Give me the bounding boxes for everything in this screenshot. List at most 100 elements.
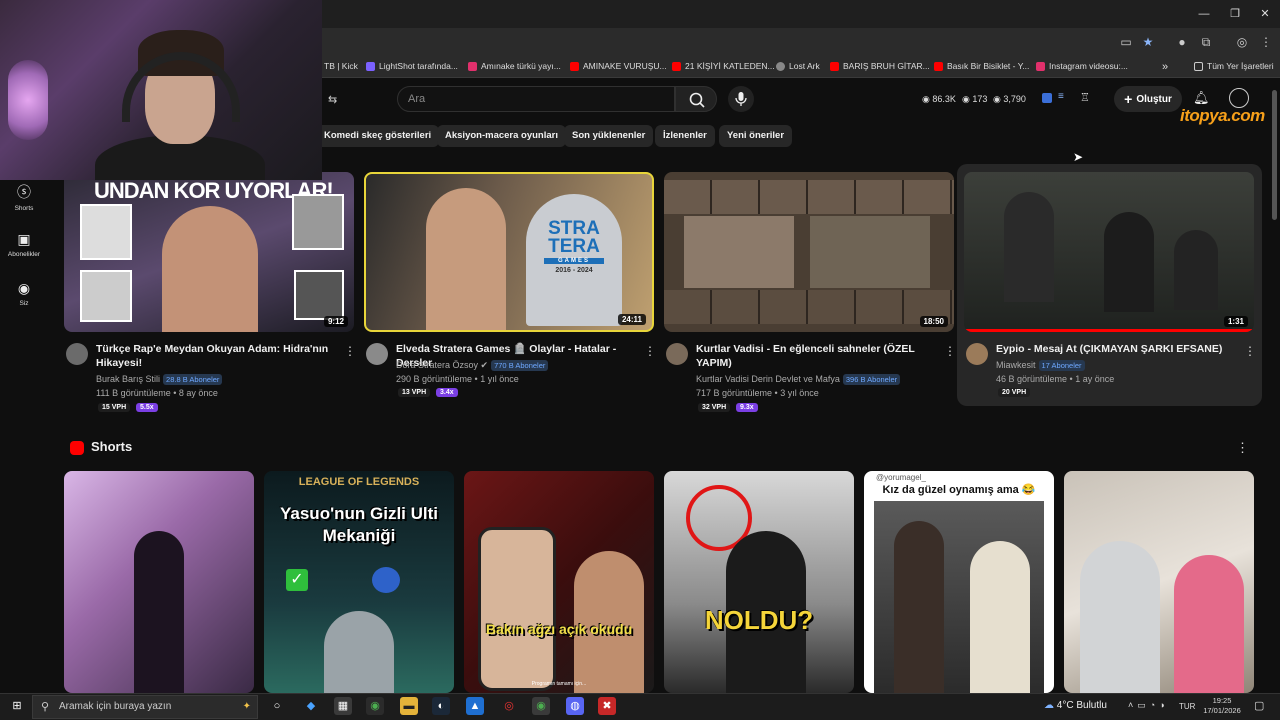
more-options-icon[interactable]: ⋮ (944, 344, 956, 358)
app-icon[interactable]: ✖ (598, 697, 616, 715)
steam-icon[interactable]: ◐ (432, 697, 450, 715)
chrome-icon[interactable]: ◉ (366, 697, 384, 715)
more-options-icon[interactable]: ⋮ (644, 344, 656, 358)
restore-icon[interactable]: ❐ (1227, 6, 1243, 22)
bookmark-item[interactable]: AMINAKE VURUŞU... (570, 61, 667, 71)
collage-photo (684, 216, 794, 288)
video-title[interactable]: Eypio - Mesaj At (ÇIKMAYAN ŞARKI EFSANE) (996, 342, 1246, 356)
verified-icon: ✔ (480, 360, 489, 370)
cast-icon[interactable]: ▭ (1118, 34, 1134, 50)
store-icon[interactable]: ▦ (334, 697, 352, 715)
page-scrollbar[interactable] (1272, 90, 1277, 220)
thumbnail-photo (292, 194, 344, 250)
bookmark-item[interactable]: 21 KİŞİYİ KATLEDEN... (672, 61, 775, 71)
all-bookmarks-button[interactable]: Tüm Yer İşaretleri (1194, 61, 1274, 71)
file-explorer-icon[interactable]: ▬ (400, 697, 418, 715)
video-thumbnail[interactable]: STRA TERA GAMES 2016 - 2024 24:11 (364, 172, 654, 332)
more-options-icon[interactable]: ⋮ (1244, 344, 1256, 358)
bookmark-item[interactable]: Basık Bir Bisiklet - Y... (934, 61, 1029, 71)
create-label: Oluştur (1136, 93, 1172, 105)
taskbar-search-input[interactable]: ⚲ Aramak için buraya yazın ✦ (32, 695, 258, 719)
bookmark-item[interactable]: TB | Kick (324, 61, 358, 71)
more-bookmarks-button[interactable]: » (1162, 61, 1168, 73)
chip-comedy[interactable]: Komedi skeç gösterileri (316, 125, 440, 147)
menu-icon[interactable]: ⋮ (1258, 34, 1274, 50)
video-duration: 1:31 (1223, 316, 1248, 327)
create-button[interactable]: + Oluştur (1114, 86, 1182, 112)
channel-name[interactable]: Dora Stratera Özsoy ✔ 770 B Aboneler (396, 360, 549, 371)
short-thumbnail[interactable]: @yorumagel_ Kız da güzel oynamış ama 😂 (864, 471, 1054, 693)
clock[interactable]: 19:25 17/01/2026 (1200, 696, 1244, 716)
video-title[interactable]: Türkçe Rap'e Meydan Okuyan Adam: Hidra'n… (96, 342, 336, 370)
chrome-active-icon[interactable]: ◉ (532, 697, 550, 715)
discord-icon[interactable]: ◍ (566, 697, 584, 715)
app-icon[interactable]: ◆ (302, 697, 320, 715)
account-avatar[interactable] (1229, 88, 1249, 108)
channel-name[interactable]: Kurtlar Vadisi Derin Devlet ve Mafya 396 … (696, 374, 901, 385)
task-view-icon[interactable]: ○ (268, 697, 286, 715)
short-thumbnail[interactable]: Bakın ağzı açık okudu Programın tamamı i… (464, 471, 654, 693)
thumbnail-photo (80, 270, 132, 322)
chip-new-recommendations[interactable]: Yeni öneriler (719, 125, 793, 147)
chip-action-adventure[interactable]: Aksiyon-macera oyunları (437, 125, 566, 147)
sidebar-label: Abonelikler (7, 251, 41, 258)
extension-badge-icon[interactable] (1042, 93, 1052, 103)
stat-other: ◉ 3,790 (993, 94, 1026, 104)
profile-icon[interactable]: ◎ (1234, 34, 1250, 50)
more-options-icon[interactable]: ⋮ (344, 344, 356, 358)
bookmark-item[interactable]: Instagram videosu:... (1036, 61, 1128, 71)
channel-avatar[interactable] (666, 343, 688, 365)
bookmark-item[interactable]: LightShot tarafında... (366, 61, 458, 71)
filter-icon[interactable]: ⇆ (328, 93, 337, 106)
minimize-icon[interactable]: — (1196, 6, 1212, 22)
list-icon[interactable]: ≡ (1058, 91, 1064, 102)
video-title[interactable]: Kurtlar Vadisi - En eğlenceli sahneler (… (696, 342, 936, 370)
bookmark-star-icon[interactable]: ★ (1140, 34, 1156, 50)
search-input[interactable]: Ara (397, 86, 675, 112)
sidebar-item-you[interactable]: ◉ Siz (4, 280, 44, 307)
notifications-bell-icon[interactable]: 🔔︎ (1193, 90, 1210, 106)
short-thumbnail[interactable] (64, 471, 254, 693)
puzzle-icon[interactable]: ⧉ (1198, 34, 1214, 50)
video-thumbnail[interactable]: UNDAN KOR UYORLAR! 9:12 (64, 172, 354, 332)
mouse-cursor-icon: ➤ (1073, 150, 1084, 164)
search-button[interactable] (675, 86, 717, 112)
app-icon[interactable]: ▲ (466, 697, 484, 715)
channel-avatar[interactable] (966, 343, 988, 365)
video-thumbnail[interactable]: 1:31 (964, 172, 1254, 332)
sidebar-item-shorts[interactable]: ⓢ Shorts (4, 182, 44, 212)
bookmark-item[interactable]: Amınake türkü yayı... (468, 61, 561, 71)
gravestone-graphic: STRA TERA GAMES 2016 - 2024 (526, 194, 622, 326)
notification-center-icon[interactable]: ▢ (1254, 699, 1264, 712)
short-thumbnail[interactable]: NOLDU? (664, 471, 854, 693)
language-indicator[interactable]: TUR (1179, 702, 1195, 711)
thumbnail-person (1174, 555, 1244, 693)
shorts-icon: ⓢ (17, 184, 31, 200)
short-title-overlay: Yasuo'nun Gizli Ulti Mekaniği (280, 504, 438, 545)
voice-search-button[interactable] (728, 86, 754, 112)
channel-avatar[interactable] (66, 343, 88, 365)
plus-icon: + (1124, 91, 1133, 107)
close-icon[interactable]: ✕ (1257, 6, 1273, 22)
checkmark-icon: ✓ (286, 569, 308, 591)
channel-avatar[interactable] (366, 343, 388, 365)
sidebar-item-subscriptions[interactable]: ▣ Abonelikler (4, 231, 44, 258)
award-icon[interactable]: ♖ (1080, 91, 1090, 104)
extension-icon[interactable]: ● (1174, 34, 1190, 50)
video-thumbnail[interactable]: 18:50 (664, 172, 954, 332)
chip-watched[interactable]: İzlenenler (655, 125, 715, 147)
short-title-overlay: NOLDU? (704, 605, 814, 635)
short-thumbnail[interactable]: LEAGUE OF LEGENDS Yasuo'nun Gizli Ulti M… (264, 471, 454, 693)
app-icon[interactable]: ◎ (500, 697, 518, 715)
more-options-icon[interactable]: ⋮ (1236, 440, 1249, 456)
short-thumbnail[interactable] (1064, 471, 1254, 693)
channel-name[interactable]: Burak Barış Stili 28.8 B Aboneler (96, 374, 223, 385)
bookmark-item[interactable]: BARIŞ BRUH GİTAR... (830, 61, 930, 71)
tray-icons[interactable]: ˄▭◔◑ (1128, 700, 1169, 711)
channel-name[interactable]: Miawkesit 17 Aboneler (996, 360, 1085, 371)
bookmark-item[interactable]: Lost Ark (776, 61, 820, 71)
weather-widget[interactable]: ☁ 4°C Bulutlu (1044, 700, 1107, 711)
chip-recently-uploaded[interactable]: Son yüklenenler (564, 125, 654, 147)
thumbnail-subtext: GAMES (544, 258, 604, 264)
windows-start-icon[interactable]: ⊞ (8, 697, 26, 715)
